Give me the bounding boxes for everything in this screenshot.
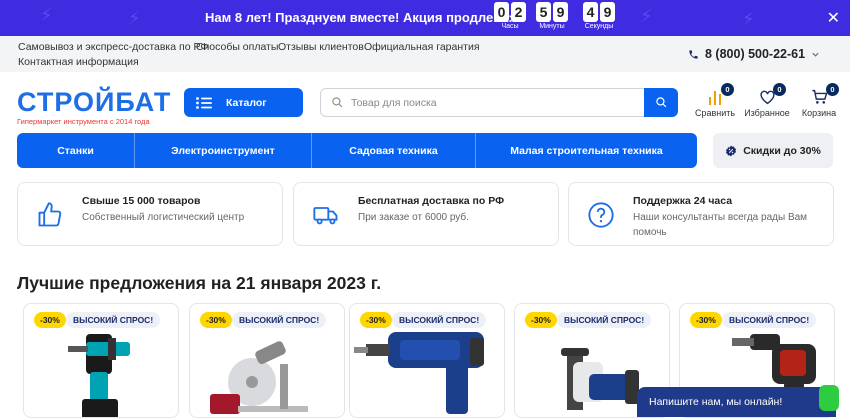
search-bar bbox=[320, 88, 678, 117]
countdown-digit: 0 bbox=[494, 2, 509, 22]
feature-description: При заказе от 6000 руб. bbox=[358, 212, 469, 223]
product-card[interactable]: -30% ВЫСОКИЙ СПРОС! bbox=[349, 303, 505, 418]
countdown-digit: 4 bbox=[583, 2, 598, 22]
link-payment[interactable]: Способы оплаты bbox=[196, 41, 278, 53]
logo-subtitle: Гипермаркет инструмента с 2014 года bbox=[17, 117, 150, 126]
bolt-icon: ⚡ bbox=[40, 5, 53, 25]
phone-number[interactable]: 8 (800) 500-22-61 bbox=[688, 47, 820, 61]
demand-badge: ВЫСОКИЙ СПРОС! bbox=[392, 312, 487, 328]
cart-icon bbox=[811, 89, 828, 104]
countdown-label: Секунды bbox=[584, 23, 614, 30]
feature-card-delivery: Бесплатная доставка по РФ При заказе от … bbox=[293, 182, 559, 246]
compare-count-badge: 0 bbox=[721, 83, 734, 96]
countdown-digit: 5 bbox=[536, 2, 551, 22]
feature-card-support: Поддержка 24 часа Наши консультанты всег… bbox=[568, 182, 834, 246]
discount-icon bbox=[726, 145, 737, 156]
section-title: Лучшие предложения на 21 января 2023 г. bbox=[17, 273, 382, 293]
online-indicator bbox=[819, 385, 839, 411]
feature-title: Бесплатная доставка по РФ bbox=[358, 195, 505, 207]
countdown-seconds: 49 Секунды bbox=[582, 2, 616, 30]
phone-text: 8 (800) 500-22-61 bbox=[705, 47, 806, 61]
promo-banner[interactable]: ⚡ ⚡ ⚡ ⚡ Нам 8 лет! Празднуем вместе! Акц… bbox=[0, 0, 850, 36]
chat-label: Напишите нам, мы онлайн! bbox=[649, 396, 783, 408]
countdown-digit: 2 bbox=[511, 2, 526, 22]
search-icon bbox=[332, 97, 343, 108]
link-delivery[interactable]: Самовывоз и экспресс-доставка по РФ bbox=[18, 41, 208, 53]
favorites-button[interactable]: 0 Избранное bbox=[742, 83, 792, 118]
countdown-minutes: 59 Минуты bbox=[535, 2, 569, 30]
nav-item-machines[interactable]: Станки bbox=[17, 133, 135, 168]
nav-item-construction[interactable]: Малая строительная техника bbox=[476, 133, 697, 168]
compare-button[interactable]: 0 Сравнить bbox=[690, 83, 740, 118]
feature-title: Поддержка 24 часа bbox=[633, 195, 733, 207]
chevron-down-icon bbox=[812, 52, 819, 57]
sale-badge: -30% bbox=[360, 312, 392, 328]
cart-button[interactable]: 0 Корзина bbox=[794, 83, 844, 118]
sale-badge: -30% bbox=[525, 312, 557, 328]
sale-badge: -30% bbox=[690, 312, 722, 328]
catalog-button[interactable]: Каталог bbox=[184, 88, 303, 117]
feature-description: Наши консультанты всегда рады Вам помочь bbox=[633, 212, 808, 238]
favorites-count-badge: 0 bbox=[773, 83, 786, 96]
search-icon bbox=[655, 97, 666, 108]
top-info-bar: Самовывоз и экспресс-доставка по РФ Спос… bbox=[0, 36, 850, 72]
compare-label: Сравнить bbox=[694, 108, 736, 118]
countdown-digit: 9 bbox=[553, 2, 568, 22]
favorites-label: Избранное bbox=[744, 108, 790, 118]
catalog-label: Каталог bbox=[226, 96, 267, 109]
logo-title: СТРОЙБАТ bbox=[17, 87, 172, 117]
question-icon bbox=[588, 202, 614, 228]
category-nav: Станки Электроинструмент Садовая техника… bbox=[17, 133, 697, 168]
bolt-icon: ⚡ bbox=[128, 8, 141, 28]
phone-icon bbox=[689, 49, 698, 59]
thumbs-up-icon bbox=[38, 202, 62, 227]
demand-badge: ВЫСОКИЙ СПРОС! bbox=[232, 312, 327, 328]
countdown-label: Минуты bbox=[539, 23, 565, 30]
bolt-icon: ⚡ bbox=[640, 6, 653, 26]
product-card[interactable]: -30% ВЫСОКИЙ СПРОС! bbox=[189, 303, 345, 418]
demand-badge: ВЫСОКИЙ СПРОС! bbox=[722, 312, 817, 328]
feature-description: Собственный логистический центр bbox=[82, 212, 245, 223]
cart-count-badge: 0 bbox=[826, 83, 839, 96]
link-contacts[interactable]: Контактная информация bbox=[18, 56, 139, 68]
bolt-icon: ⚡ bbox=[742, 9, 755, 29]
nav-item-garden[interactable]: Садовая техника bbox=[312, 133, 476, 168]
sale-badge: -30% bbox=[200, 312, 232, 328]
discounts-label: Скидки до 30% bbox=[743, 144, 821, 157]
countdown-label: Часы bbox=[501, 23, 519, 30]
product-card[interactable]: -30% ВЫСОКИЙ СПРОС! bbox=[23, 303, 179, 418]
countdown-digit: 9 bbox=[600, 2, 615, 22]
demand-badge: ВЫСОКИЙ СПРОС! bbox=[66, 312, 161, 328]
sale-badge: -30% bbox=[34, 312, 66, 328]
truck-icon bbox=[313, 207, 338, 225]
link-warranty[interactable]: Официальная гарантия bbox=[364, 41, 480, 53]
link-reviews[interactable]: Отзывы клиентов bbox=[278, 41, 364, 53]
nav-item-power-tools[interactable]: Электроинструмент bbox=[135, 133, 312, 168]
search-input[interactable] bbox=[351, 89, 641, 116]
close-icon[interactable]: ✕ bbox=[827, 8, 840, 28]
cart-label: Корзина bbox=[801, 108, 837, 118]
feature-card-assortment: Свыше 15 000 товаров Собственный логисти… bbox=[17, 182, 283, 246]
site-logo[interactable]: СТРОЙБАТ Гипермаркет инструмента с 2014 … bbox=[17, 88, 177, 126]
feature-title: Свыше 15 000 товаров bbox=[82, 195, 201, 207]
demand-badge: ВЫСОКИЙ СПРОС! bbox=[557, 312, 652, 328]
menu-icon bbox=[196, 96, 212, 109]
countdown-hours: 02 Часы bbox=[493, 2, 527, 30]
discounts-button[interactable]: Скидки до 30% bbox=[713, 133, 833, 168]
search-button[interactable] bbox=[644, 88, 678, 117]
promo-text: Нам 8 лет! Празднуем вместе! Акция продл… bbox=[205, 10, 513, 25]
